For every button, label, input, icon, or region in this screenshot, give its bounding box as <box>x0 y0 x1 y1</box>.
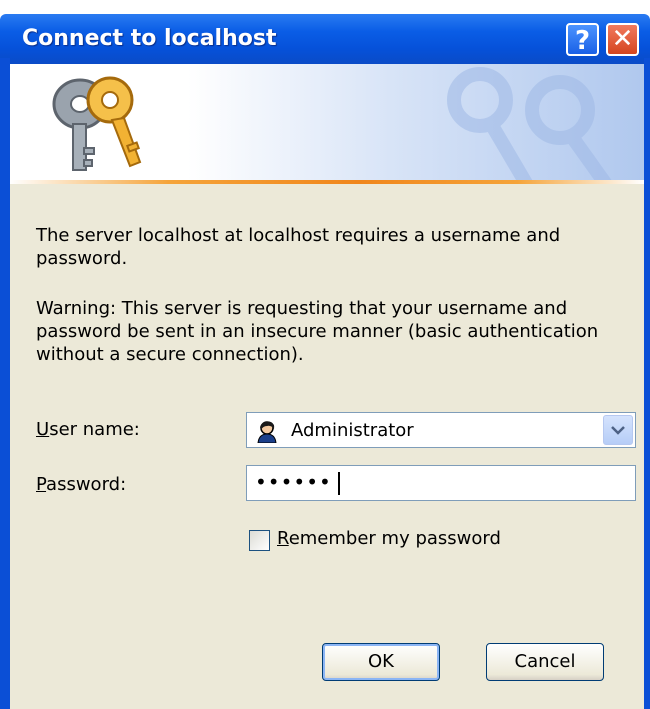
keys-icon <box>52 76 142 171</box>
help-button[interactable]: ? <box>566 23 599 56</box>
dropdown-arrow-button[interactable] <box>603 415 633 445</box>
username-value: Administrator <box>291 420 414 441</box>
username-combobox[interactable]: Administrator <box>246 412 636 448</box>
password-label: Password: <box>36 474 127 495</box>
password-field[interactable]: •••••• <box>246 465 636 501</box>
connect-dialog: Connect to localhost ? ✕ The server loca… <box>0 0 650 709</box>
window-title: Connect to localhost <box>22 26 277 51</box>
title-bar[interactable]: Connect to localhost ? ✕ <box>0 14 650 64</box>
remember-password-label[interactable]: Remember my password <box>277 528 501 549</box>
text-caret <box>338 472 340 495</box>
close-button[interactable]: ✕ <box>606 23 639 56</box>
window-frame-right <box>644 58 650 709</box>
server-message: The server localhost at localhost requir… <box>36 225 561 269</box>
header-banner <box>10 64 644 180</box>
cancel-button[interactable]: Cancel <box>486 643 604 681</box>
ok-button[interactable]: OK <box>322 643 440 681</box>
dialog-body: The server localhost at localhost requir… <box>10 184 644 709</box>
keys-watermark-icon <box>447 67 612 180</box>
remember-password-checkbox[interactable] <box>249 530 270 551</box>
chevron-down-icon <box>611 426 625 435</box>
username-label: User name: <box>36 419 140 440</box>
password-mask: •••••• <box>255 470 332 494</box>
security-warning: Warning: This server is requesting that … <box>36 298 599 365</box>
user-icon <box>257 421 277 443</box>
window-frame-left <box>0 58 10 709</box>
